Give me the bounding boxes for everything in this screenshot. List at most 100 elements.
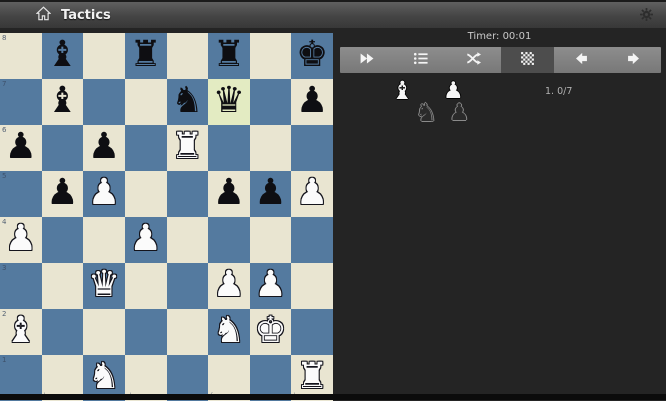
square-f7[interactable]: ♛ [208, 79, 250, 125]
square-e8[interactable] [166, 33, 209, 79]
square-c5[interactable]: ♟ [83, 171, 125, 217]
captured-black-pawn: ♟ [449, 100, 470, 126]
black-pawn[interactable]: ♟ [46, 175, 78, 211]
square-h2[interactable] [291, 309, 333, 355]
board-view-button[interactable] [500, 47, 554, 73]
black-pawn[interactable]: ♟ [254, 175, 286, 211]
square-c2[interactable] [83, 309, 125, 355]
white-rook[interactable]: ♜ [171, 129, 203, 165]
square-e4[interactable] [166, 217, 209, 263]
square-a4[interactable]: 4 ♟ [0, 217, 42, 263]
square-g4[interactable] [249, 217, 292, 263]
top-bar: Tactics [0, 0, 666, 28]
square-b3[interactable] [41, 263, 84, 309]
white-king[interactable]: ♚ [254, 313, 286, 349]
square-a7[interactable]: 7 [0, 79, 42, 125]
square-g7[interactable] [249, 79, 292, 125]
square-d3[interactable] [124, 263, 167, 309]
black-pawn[interactable]: ♟ [88, 129, 120, 165]
rank-label: 8 [2, 34, 7, 42]
white-pawn[interactable]: ♟ [296, 175, 328, 211]
bottom-border [0, 394, 666, 400]
square-f3[interactable]: ♟ [208, 263, 250, 309]
rank-label: 7 [2, 80, 7, 88]
back-button[interactable] [554, 47, 608, 73]
square-d2[interactable] [124, 309, 167, 355]
square-d6[interactable] [124, 125, 167, 171]
square-h3[interactable] [291, 263, 333, 309]
white-pawn[interactable]: ♟ [130, 221, 162, 257]
black-pawn[interactable]: ♟ [5, 129, 37, 165]
square-h5[interactable]: ♟ [291, 171, 333, 217]
black-pawn[interactable]: ♟ [213, 175, 245, 211]
square-a8[interactable]: 8 [0, 33, 42, 79]
fast-forward-button[interactable] [340, 47, 394, 73]
rank-label: 1 [2, 356, 7, 364]
square-h7[interactable]: ♟ [291, 79, 333, 125]
white-knight[interactable]: ♞ [213, 313, 245, 349]
square-b6[interactable] [41, 125, 84, 171]
score-label: 1. 0/7 [545, 86, 573, 97]
square-d5[interactable] [124, 171, 167, 217]
square-c4[interactable] [83, 217, 125, 263]
black-pawn[interactable]: ♟ [296, 83, 328, 119]
square-e6[interactable]: ♜ [166, 125, 209, 171]
square-g6[interactable] [249, 125, 292, 171]
chess-board: 8♝♜♜♚7♝♞♛♟6♟♟♜5♟♟♟♟♟4♟♟3♛♟♟2♝♞♚1abc♞defg… [0, 33, 333, 401]
white-pawn[interactable]: ♟ [254, 267, 286, 303]
square-a6[interactable]: 6 ♟ [0, 125, 42, 171]
forward-button[interactable] [608, 47, 662, 73]
square-b2[interactable] [41, 309, 84, 355]
square-c3[interactable]: ♛ [83, 263, 125, 309]
square-d7[interactable] [124, 79, 167, 125]
square-d8[interactable]: ♜ [124, 33, 167, 79]
black-king[interactable]: ♚ [296, 37, 328, 73]
square-e5[interactable] [166, 171, 209, 217]
square-f6[interactable] [208, 125, 250, 171]
square-c8[interactable] [83, 33, 125, 79]
white-pawn[interactable]: ♟ [213, 267, 245, 303]
square-b4[interactable] [41, 217, 84, 263]
square-a5[interactable]: 5 [0, 171, 42, 217]
square-a3[interactable]: 3 [0, 263, 42, 309]
square-b8[interactable]: ♝ [41, 33, 84, 79]
square-f2[interactable]: ♞ [208, 309, 250, 355]
white-knight[interactable]: ♞ [88, 359, 120, 395]
square-e7[interactable]: ♞ [166, 79, 209, 125]
black-bishop[interactable]: ♝ [46, 83, 78, 119]
square-b5[interactable]: ♟ [41, 171, 84, 217]
square-d4[interactable]: ♟ [124, 217, 167, 263]
black-knight[interactable]: ♞ [171, 83, 203, 119]
square-f5[interactable]: ♟ [208, 171, 250, 217]
black-bishop[interactable]: ♝ [46, 37, 78, 73]
home-button[interactable] [33, 5, 53, 25]
square-c7[interactable] [83, 79, 125, 125]
black-queen[interactable]: ♛ [213, 83, 245, 119]
fast-forward-icon [359, 51, 374, 70]
shuffle-button[interactable] [447, 47, 501, 73]
black-rook[interactable]: ♜ [213, 37, 245, 73]
black-rook[interactable]: ♜ [130, 37, 162, 73]
square-a2[interactable]: 2 ♝ [0, 309, 42, 355]
white-pawn[interactable]: ♟ [88, 175, 120, 211]
square-f4[interactable] [208, 217, 250, 263]
move-list-button[interactable] [394, 47, 448, 73]
white-bishop[interactable]: ♝ [5, 313, 37, 349]
square-h4[interactable] [291, 217, 333, 263]
square-f8[interactable]: ♜ [208, 33, 250, 79]
square-h8[interactable]: ♚ [291, 33, 333, 79]
square-g3[interactable]: ♟ [249, 263, 292, 309]
square-e3[interactable] [166, 263, 209, 309]
square-g5[interactable]: ♟ [249, 171, 292, 217]
square-e2[interactable] [166, 309, 209, 355]
square-b7[interactable]: ♝ [41, 79, 84, 125]
white-pawn[interactable]: ♟ [5, 221, 37, 257]
white-queen[interactable]: ♛ [88, 267, 120, 303]
square-c6[interactable]: ♟ [83, 125, 125, 171]
settings-button[interactable] [636, 6, 656, 26]
square-g2[interactable]: ♚ [249, 309, 292, 355]
white-rook[interactable]: ♜ [296, 359, 328, 395]
square-g8[interactable] [249, 33, 292, 79]
square-h6[interactable] [291, 125, 333, 171]
toolbar [340, 47, 661, 73]
